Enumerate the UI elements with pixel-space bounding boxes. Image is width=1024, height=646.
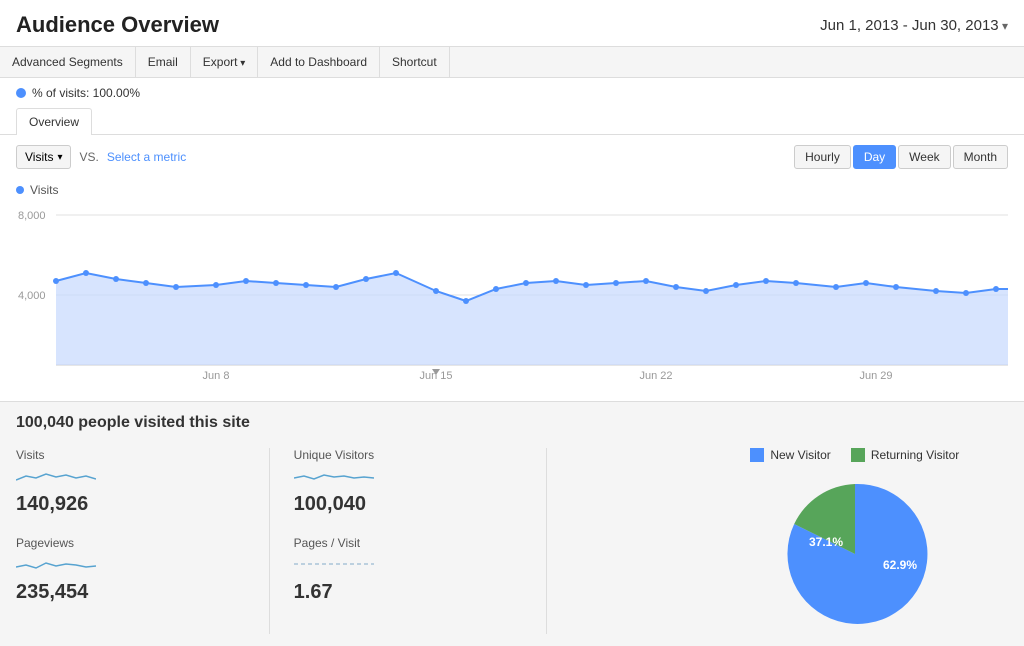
stat-pages-per-visit-label: Pages / Visit [294, 536, 523, 550]
toolbar: Advanced Segments Email Export Add to Da… [0, 46, 1024, 78]
stats-title: 100,040 people visited this site [16, 414, 1008, 432]
legend-new-visitor-label: New Visitor [770, 448, 830, 462]
metric-selector: Visits VS. Select a metric [16, 145, 186, 169]
stat-divider-1 [269, 448, 270, 634]
stat-pageviews-value: 235,454 [16, 581, 245, 604]
visits-filter-label: % of visits: 100.00% [32, 86, 140, 100]
stat-pages-per-visit-value: 1.67 [294, 581, 523, 604]
legend-new-visitor-color [750, 448, 764, 462]
stats-col-1: Visits 140,926 Pageviews 235,454 [16, 448, 261, 634]
stat-pageviews-label: Pageviews [16, 536, 245, 550]
pie-chart-area: New Visitor Returning Visitor 62.9% 37.1… [702, 448, 1008, 634]
tabs-container: Overview [0, 108, 1024, 135]
legend-new-visitor: New Visitor [750, 448, 830, 462]
pie-chart-svg: 62.9% 37.1% [775, 474, 935, 634]
chart-area: 8,000 4,000 Jun 8 Jun 15 Jun 22 Jun 29 [0, 201, 1024, 401]
legend-returning-visitor-color [851, 448, 865, 462]
svg-text:Jun 8: Jun 8 [203, 370, 230, 381]
metric-dropdown[interactable]: Visits [16, 145, 71, 169]
chart-controls: Visits VS. Select a metric Hourly Day We… [0, 135, 1024, 179]
svg-text:62.9%: 62.9% [883, 558, 917, 572]
time-btn-hourly[interactable]: Hourly [794, 145, 851, 169]
chart-legend-dot [16, 186, 24, 194]
stats-grid: Visits 140,926 Pageviews 235,454 [16, 448, 1008, 634]
svg-text:8,000: 8,000 [18, 210, 46, 222]
stats-col-2: Unique Visitors 100,040 Pages / Visit 1.… [278, 448, 539, 634]
stats-section: 100,040 people visited this site Visits … [0, 401, 1024, 646]
legend-returning-visitor-label: Returning Visitor [871, 448, 960, 462]
svg-text:37.1%: 37.1% [809, 535, 843, 549]
stat-unique-visitors: Unique Visitors 100,040 [294, 448, 523, 516]
stat-pageviews: Pageviews 235,454 [16, 536, 245, 604]
chart-legend: Visits [0, 179, 1024, 201]
stat-visits-label: Visits [16, 448, 245, 462]
page-title: Audience Overview [16, 12, 219, 38]
svg-text:Jun 29: Jun 29 [859, 370, 892, 381]
stat-visits-value: 140,926 [16, 493, 245, 516]
time-btn-week[interactable]: Week [898, 145, 950, 169]
advanced-segments-button[interactable]: Advanced Segments [0, 47, 136, 77]
date-range[interactable]: Jun 1, 2013 - Jun 30, 2013 [820, 17, 1008, 34]
stat-unique-visitors-sparkline [294, 466, 523, 489]
main-chart-svg: 8,000 4,000 Jun 8 Jun 15 Jun 22 Jun 29 [16, 201, 1008, 381]
svg-text:4,000: 4,000 [18, 290, 46, 302]
vs-label: VS. [79, 150, 98, 164]
page-header: Audience Overview Jun 1, 2013 - Jun 30, … [0, 0, 1024, 46]
stat-pageviews-sparkline [16, 554, 245, 577]
time-btn-month[interactable]: Month [953, 145, 1008, 169]
time-buttons: Hourly Day Week Month [794, 145, 1008, 169]
legend-returning-visitor: Returning Visitor [851, 448, 960, 462]
stats-col-3 [555, 448, 701, 634]
chart-legend-label: Visits [30, 183, 58, 197]
time-btn-day[interactable]: Day [853, 145, 896, 169]
tab-overview[interactable]: Overview [16, 108, 92, 135]
stat-divider-2 [546, 448, 547, 634]
stat-pages-per-visit-sparkline [294, 554, 523, 577]
stat-pages-per-visit: Pages / Visit 1.67 [294, 536, 523, 604]
pie-legend: New Visitor Returning Visitor [750, 448, 959, 462]
svg-text:Jun 22: Jun 22 [639, 370, 672, 381]
shortcut-button[interactable]: Shortcut [380, 47, 450, 77]
email-button[interactable]: Email [136, 47, 191, 77]
export-button[interactable]: Export [191, 47, 259, 77]
stat-visits: Visits 140,926 [16, 448, 245, 516]
add-to-dashboard-button[interactable]: Add to Dashboard [258, 47, 380, 77]
stat-unique-visitors-label: Unique Visitors [294, 448, 523, 462]
visits-filter-bar: % of visits: 100.00% [0, 78, 1024, 108]
visits-dot [16, 88, 26, 98]
stat-visits-sparkline [16, 466, 245, 489]
select-metric-link[interactable]: Select a metric [107, 150, 186, 164]
stat-unique-visitors-value: 100,040 [294, 493, 523, 516]
